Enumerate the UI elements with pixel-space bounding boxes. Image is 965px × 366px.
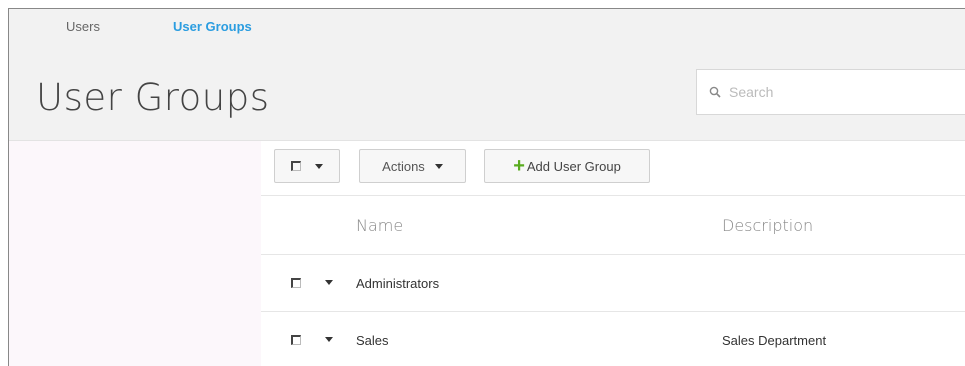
row-menu-chevron-down-icon[interactable] xyxy=(325,337,333,342)
page-title: User Groups xyxy=(36,76,270,119)
row-checkbox[interactable] xyxy=(291,278,301,288)
chevron-down-icon xyxy=(434,163,443,169)
table-row: Sales Sales Department xyxy=(261,312,965,366)
search-input[interactable] xyxy=(727,83,965,101)
checkbox-icon xyxy=(291,161,301,171)
row-checkbox[interactable] xyxy=(291,335,301,345)
sidebar xyxy=(9,141,261,366)
chevron-down-icon xyxy=(315,163,323,169)
row-description: Sales Department xyxy=(722,332,827,348)
tab-user-groups[interactable]: User Groups xyxy=(173,19,252,34)
user-groups-table: Name Description Administrators Sales Sa… xyxy=(261,196,965,366)
row-name[interactable]: Sales xyxy=(356,312,389,366)
actions-dropdown[interactable]: Actions xyxy=(359,149,466,183)
search-icon xyxy=(709,86,721,98)
tab-users[interactable]: Users xyxy=(66,19,100,34)
column-header-name[interactable]: Name xyxy=(356,196,403,254)
add-user-group-button[interactable]: + Add User Group xyxy=(484,149,650,183)
column-header-description[interactable]: Description xyxy=(722,196,813,254)
toolbar: Actions + Add User Group xyxy=(261,141,965,196)
page-header: Users User Groups User Groups xyxy=(9,9,965,141)
table-header: Name Description xyxy=(261,196,965,255)
add-user-group-label: Add User Group xyxy=(526,158,621,174)
app-window: Users User Groups User Groups Actions + … xyxy=(8,8,965,366)
row-menu-chevron-down-icon[interactable] xyxy=(325,280,333,285)
search-box[interactable] xyxy=(696,69,965,115)
actions-label: Actions xyxy=(382,158,425,174)
select-all-dropdown[interactable] xyxy=(274,149,340,183)
row-name[interactable]: Administrators xyxy=(356,255,439,311)
table-row: Administrators xyxy=(261,255,965,312)
plus-icon: + xyxy=(513,155,525,177)
